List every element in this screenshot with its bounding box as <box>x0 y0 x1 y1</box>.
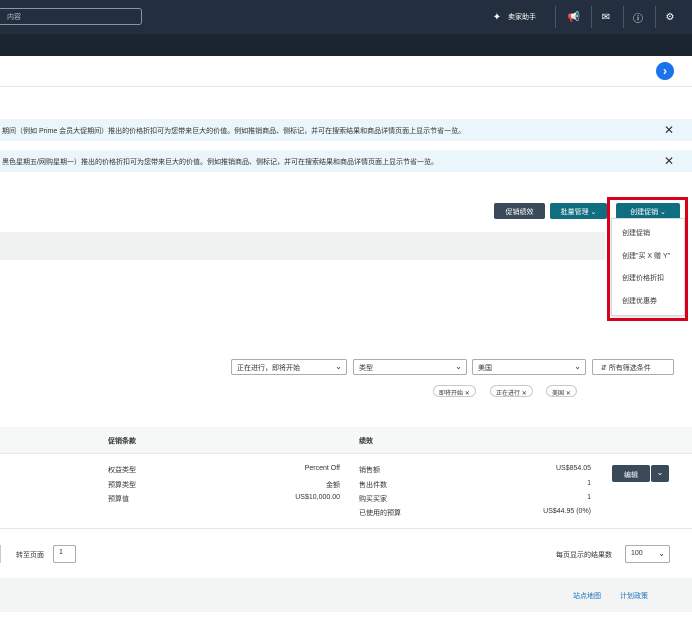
performance-label: 售出件数 <box>359 482 387 489</box>
seller-assistant-link[interactable]: 卖家助手 <box>508 12 536 22</box>
type-filter-value: 类型 <box>359 365 373 372</box>
divider <box>0 86 692 87</box>
sparkle-icon[interactable]: ✦ <box>486 7 508 27</box>
goto-page-label: 转至页面 <box>16 552 44 559</box>
sitemap-link[interactable]: 站点地图 <box>573 591 601 601</box>
performance-value: US$44.95 (0%) <box>543 508 591 515</box>
status-filter-select[interactable]: 正在进行，即将开始 ⌄ <box>231 359 347 375</box>
program-policy-link[interactable]: 计划政策 <box>620 591 648 601</box>
all-filters-button[interactable]: ⇵ 所有筛选条件 <box>592 359 674 375</box>
promotion-performance-button[interactable]: 促销绩效 <box>494 203 545 219</box>
close-icon[interactable]: ✕ <box>522 391 527 397</box>
chevron-down-icon: ⌄ <box>590 209 597 216</box>
per-page-select[interactable]: 100 ⌄ <box>625 545 670 563</box>
chevron-down-icon: ⌄ <box>658 549 665 558</box>
marketplace-filter-select[interactable]: 美国 ⌄ <box>472 359 586 375</box>
term-label: 预算值 <box>108 496 129 503</box>
divider <box>623 6 624 28</box>
banner-text: 期间（例如 Prime 会员大促期间）推出的价格折扣可为您带来巨大的价值。例如推… <box>2 128 466 135</box>
performance-label: 销售额 <box>359 467 380 474</box>
all-filters-label: 所有筛选条件 <box>608 365 651 372</box>
performance-value: 1 <box>587 494 591 501</box>
filter-chip-active: 正在进行 ✕ <box>490 385 533 397</box>
highlight-box <box>607 197 688 321</box>
secondary-nav-bar <box>0 34 692 56</box>
close-icon[interactable]: ✕ <box>664 123 674 137</box>
performance-label: 已使用的预算 <box>359 510 401 517</box>
divider <box>655 6 656 28</box>
filter-icon: ⇵ <box>601 365 609 372</box>
chevron-down-icon: ⌄ <box>574 362 581 371</box>
section-header-band <box>0 232 605 260</box>
goto-page-value: 1 <box>59 549 63 556</box>
performance-value: US$854.05 <box>555 465 591 472</box>
performance-label: 购买买家 <box>359 496 387 503</box>
megaphone-icon[interactable]: 📢 <box>563 7 585 27</box>
performance-value: 1 <box>587 480 591 487</box>
table-header <box>0 427 692 454</box>
type-filter-select[interactable]: 类型 ⌄ <box>353 359 467 375</box>
term-value: 金额 <box>326 482 340 489</box>
edit-button[interactable]: 编辑 <box>612 465 650 482</box>
info-banner-prime: 期间（例如 Prime 会员大促期间）推出的价格折扣可为您带来巨大的价值。例如推… <box>0 119 692 141</box>
divider <box>591 6 592 28</box>
close-icon[interactable]: ✕ <box>566 391 571 397</box>
status-filter-value: 正在进行，即将开始 <box>237 365 300 372</box>
column-header-performance: 绩效 <box>359 438 373 445</box>
help-circle-icon[interactable]: › <box>656 62 674 80</box>
divider <box>555 6 556 28</box>
help-icon[interactable]: ⓘ <box>627 7 649 27</box>
close-icon[interactable]: ✕ <box>664 154 674 168</box>
column-header-terms: 促销条款 <box>108 438 136 445</box>
chevron-down-icon: ⌄ <box>455 362 462 371</box>
chevron-down-icon: ⌄ <box>335 362 342 371</box>
marketplace-filter-value: 美国 <box>478 365 492 372</box>
filter-chip-us: 美国 ✕ <box>546 385 577 397</box>
per-page-label: 每页显示的结果数 <box>556 552 612 559</box>
mail-icon[interactable]: ✉ <box>595 7 617 27</box>
info-banner-black-friday: 黑色星期五/网购星期一）推出的价格折扣可为您带来巨大的价值。例如推销商品、侧标记… <box>0 150 692 172</box>
divider <box>0 528 692 529</box>
close-icon[interactable]: ✕ <box>465 391 470 397</box>
term-label: 权益类型 <box>108 467 136 474</box>
goto-page-input[interactable]: 1 <box>53 545 76 563</box>
edit-menu-chevron-icon[interactable]: ⌄ <box>651 465 669 482</box>
chip-label: 正在进行 <box>496 391 521 397</box>
divider <box>0 545 1 563</box>
term-value: US$10,000.00 <box>295 494 340 501</box>
chip-label: 美国 <box>552 391 565 397</box>
term-value: Percent Off <box>304 465 340 472</box>
filter-chip-upcoming: 即将开始 ✕ <box>433 385 476 397</box>
bulk-manage-label: 批量管理 <box>560 209 589 216</box>
chip-label: 即将开始 <box>439 391 464 397</box>
search-input[interactable]: 内容 <box>0 8 142 25</box>
gear-icon[interactable]: ⚙ <box>659 7 681 27</box>
term-label: 预算类型 <box>108 482 136 489</box>
bulk-manage-button[interactable]: 批量管理 ⌄ <box>550 203 607 219</box>
per-page-value: 100 <box>631 550 643 557</box>
banner-text: 黑色星期五/网购星期一）推出的价格折扣可为您带来巨大的价值。例如推销商品、侧标记… <box>2 159 438 166</box>
